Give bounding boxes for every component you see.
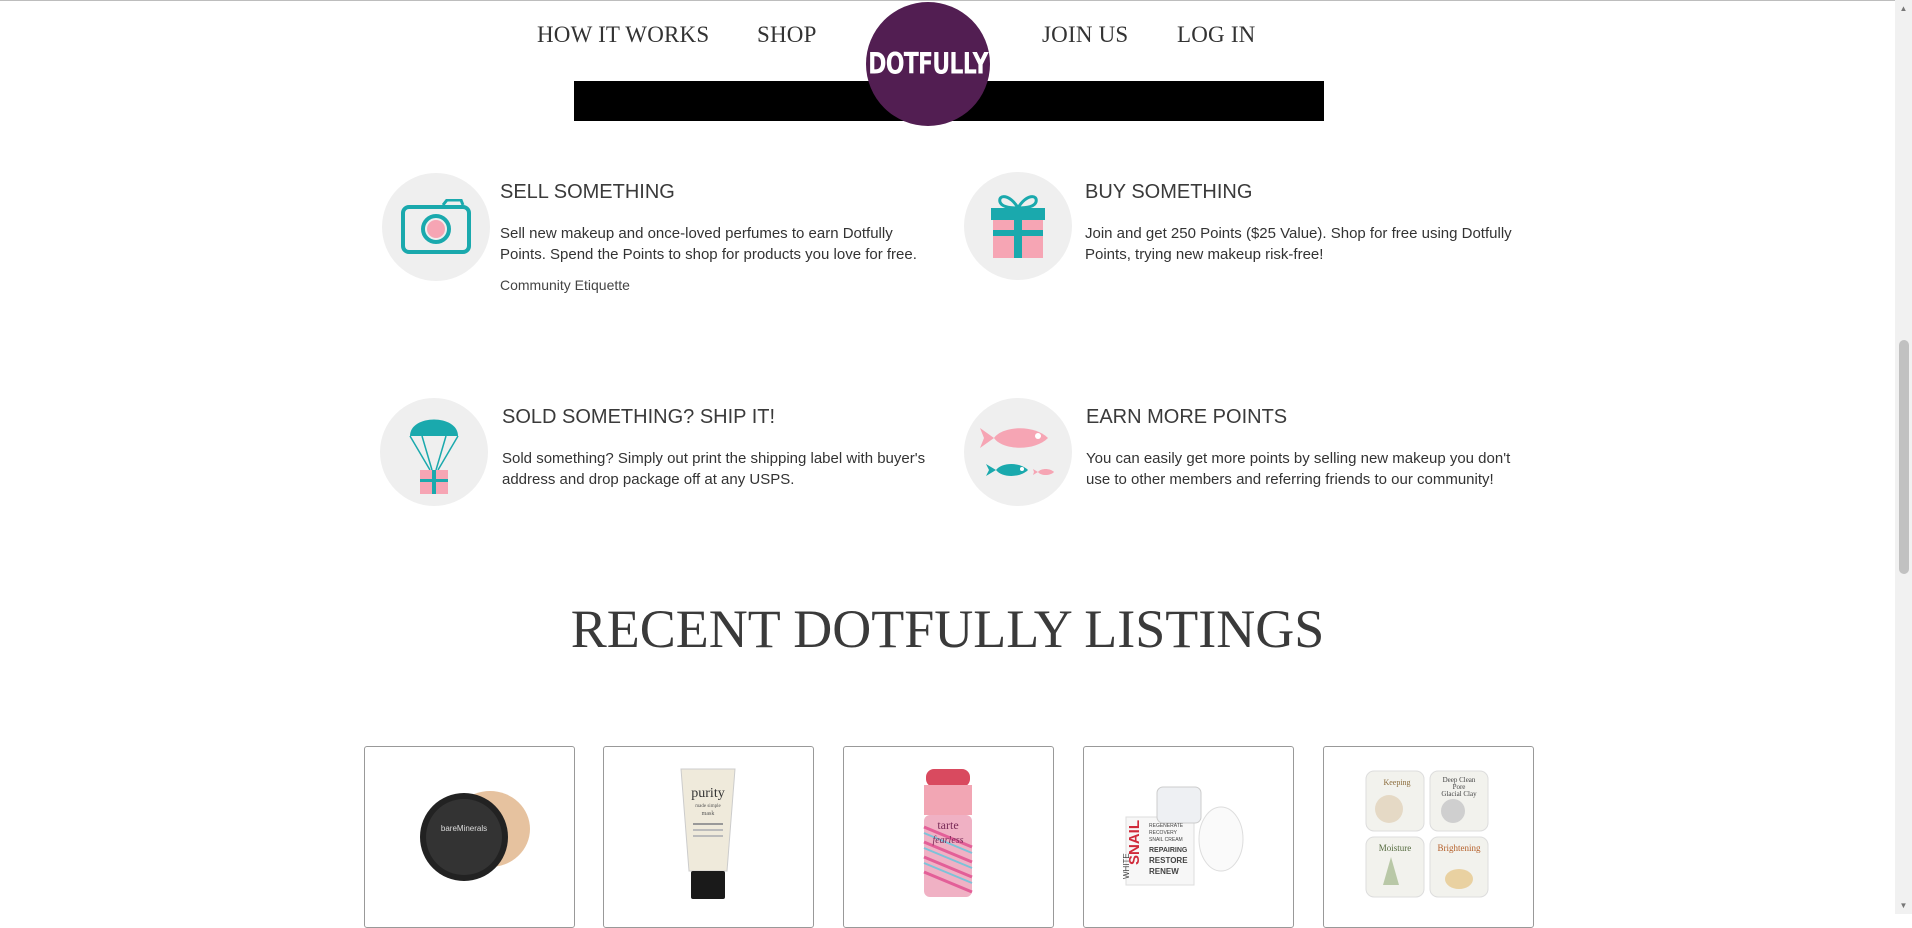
product-label-4c: REGENERATE xyxy=(1149,823,1184,829)
community-etiquette-link[interactable]: Community Etiquette xyxy=(500,277,630,293)
product-image-bareminerals: bareMinerals xyxy=(420,791,530,881)
product-label-4d: RECOVERY xyxy=(1149,830,1178,836)
scrollbar-thumb[interactable] xyxy=(1899,340,1909,574)
product-image-mask-set: Keeping Deep Clean Pore Glacial Clay Moi… xyxy=(1365,770,1489,898)
buy-desc-line-1: Join and get 250 Points ($25 Value). Sho… xyxy=(1085,225,1512,242)
ship-desc-line-1: Sold something? Simply out print the shi… xyxy=(502,450,926,467)
buy-something-desc: Join and get 250 Points ($25 Value). Sho… xyxy=(1085,223,1512,265)
product-label-2b: made simple xyxy=(695,804,721,809)
ship-it-title: SOLD SOMETHING? SHIP IT! xyxy=(502,406,776,428)
product-label-5d: Glacial Clay xyxy=(1441,790,1477,798)
ship-desc-line-2: address and drop package off at any USPS… xyxy=(502,471,795,488)
gift-icon xyxy=(964,172,1072,280)
listing-card-1[interactable]: bareMinerals xyxy=(364,746,575,928)
listing-card-2[interactable]: purity made simple mask xyxy=(603,746,814,928)
product-label-4f: REPAIRING xyxy=(1149,847,1188,854)
product-label-4h: RENEW xyxy=(1149,867,1179,876)
scroll-up-arrow-icon[interactable]: ▲ xyxy=(1895,0,1912,17)
product-label-5f: Brightening xyxy=(1438,843,1481,853)
earn-desc-line-1: You can easily get more points by sellin… xyxy=(1086,450,1511,467)
nav-log-in[interactable]: LOG IN xyxy=(1177,22,1256,48)
sell-something-title: SELL SOMETHING xyxy=(500,181,675,203)
nav-shop[interactable]: SHOP xyxy=(757,22,817,48)
parachute-gift-icon xyxy=(380,398,488,506)
scroll-down-arrow-icon[interactable]: ▼ xyxy=(1895,897,1912,914)
product-image-purity-mask: purity made simple mask xyxy=(680,768,736,899)
buy-something-title: BUY SOMETHING xyxy=(1085,181,1253,203)
window-top-border xyxy=(0,0,1895,1)
sell-something-desc: Sell new makeup and once-loved perfumes … xyxy=(500,223,917,265)
sell-desc-line-1: Sell new makeup and once-loved perfumes … xyxy=(500,225,893,242)
product-label-4b: WHITE xyxy=(1122,853,1131,879)
earn-desc-line-2: use to other members and referring frien… xyxy=(1086,471,1494,488)
product-label-5a: Keeping xyxy=(1383,778,1410,787)
product-label-1: bareMinerals xyxy=(441,824,487,833)
listing-card-3[interactable]: tarte fearless xyxy=(843,746,1054,928)
product-label-3b: fearless xyxy=(932,835,963,846)
product-label-3a: tarte xyxy=(937,818,958,832)
fish-icon xyxy=(964,398,1072,506)
product-label-4e: SNAIL CREAM xyxy=(1149,837,1183,843)
listing-card-4[interactable]: SNAIL WHITE REGENERATE RECOVERY SNAIL CR… xyxy=(1083,746,1294,928)
product-label-2c: mask xyxy=(702,811,715,817)
earn-points-title: EARN MORE POINTS xyxy=(1086,406,1288,428)
nav-how-it-works[interactable]: HOW IT WORKS xyxy=(537,22,709,48)
product-label-4g: RESTORE xyxy=(1149,856,1188,865)
recent-listings-heading: RECENT DOTFULLY LISTINGS xyxy=(570,599,1325,659)
product-label-5e: Moisture xyxy=(1379,843,1412,853)
logo-text: DOTFULLY xyxy=(868,47,988,81)
product-image-tarte: tarte fearless xyxy=(923,769,973,897)
nav-join-us[interactable]: JOIN US xyxy=(1042,22,1128,48)
sell-desc-line-2: Points. Spend the Points to shop for pro… xyxy=(500,246,917,263)
camera-icon xyxy=(382,173,490,281)
earn-points-desc: You can easily get more points by sellin… xyxy=(1086,448,1510,490)
ship-it-desc: Sold something? Simply out print the shi… xyxy=(502,448,925,490)
dotfully-logo[interactable]: DOTFULLY xyxy=(866,2,990,126)
product-image-snail-cream: SNAIL WHITE REGENERATE RECOVERY SNAIL CR… xyxy=(1122,786,1244,886)
buy-desc-line-2: Points, trying new makeup risk-free! xyxy=(1085,246,1324,263)
listing-card-5[interactable]: Keeping Deep Clean Pore Glacial Clay Moi… xyxy=(1323,746,1534,928)
product-label-2a: purity xyxy=(691,786,724,801)
